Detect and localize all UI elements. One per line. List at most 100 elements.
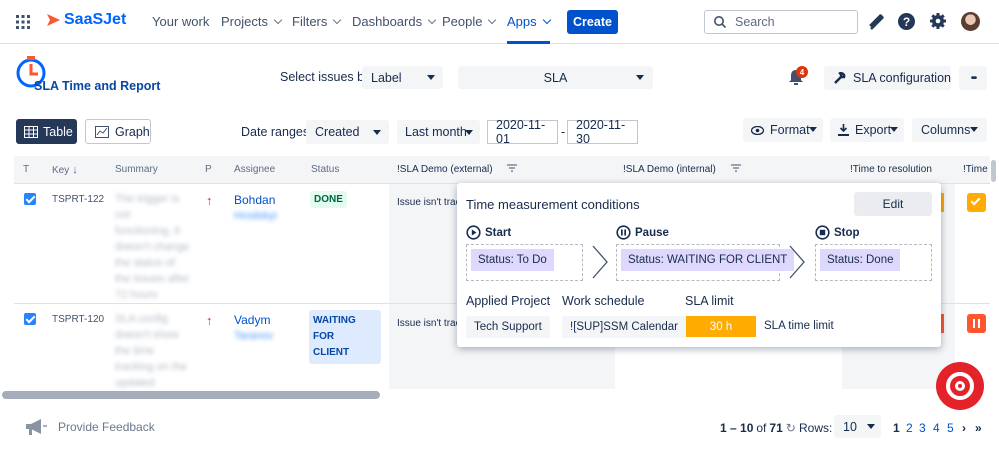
sort-down-arrow-icon: ↓ — [72, 164, 78, 176]
app-title: SLA Time and Report — [34, 79, 161, 93]
sla-configuration-button[interactable]: SLA configuration — [824, 66, 951, 90]
edit-button[interactable]: Edit — [854, 192, 932, 216]
nav-dashboards[interactable]: Dashboards — [352, 14, 437, 29]
app-switcher-icon[interactable] — [16, 15, 30, 29]
search-input[interactable]: Search — [704, 10, 858, 34]
col-header-time[interactable]: !Time — [963, 164, 988, 175]
nav-filters[interactable]: Filters — [292, 14, 342, 29]
date-from-input[interactable]: 2020-11-01 — [487, 118, 558, 146]
pause-status-chip: Status: WAITING FOR CLIENT — [621, 249, 795, 271]
settings-gear-icon[interactable] — [929, 12, 947, 33]
col-header-key[interactable]: Key ↓ — [52, 164, 78, 176]
columns-button[interactable]: Columns — [912, 118, 987, 142]
issue-summary[interactable]: SLA config doesn't show the time trackin… — [115, 311, 195, 391]
chat-widget-button[interactable] — [936, 362, 984, 410]
sla-notifications-button[interactable]: 4 — [787, 66, 808, 89]
stop-label: Stop — [834, 226, 860, 239]
page-2[interactable]: 2 — [906, 421, 913, 435]
graph-view-label: Graph — [115, 124, 150, 139]
sla-external-value: Issue isn't trac — [397, 197, 461, 208]
filter-icon — [507, 164, 518, 172]
date-to-input[interactable]: 2020-11-30 — [567, 118, 638, 146]
next-page-icon[interactable]: › — [962, 421, 966, 435]
logo-text: SaaSJet — [64, 11, 127, 28]
page-4[interactable]: 4 — [933, 421, 940, 435]
help-icon[interactable]: ? — [898, 13, 915, 30]
format-button[interactable]: Format — [743, 118, 823, 142]
chevron-down-icon — [488, 15, 497, 25]
rows-per-page-dropdown[interactable]: 10 — [834, 415, 881, 438]
graph-view-button[interactable]: Graph — [85, 119, 151, 144]
chat-icon — [946, 372, 974, 400]
date-period-dropdown[interactable]: Last month — [397, 120, 480, 144]
assignee-first-name: Vadym — [234, 313, 271, 327]
row-checkbox[interactable] — [24, 193, 36, 205]
assignee-last-name: Taranov — [234, 330, 274, 342]
col-header-assignee[interactable]: Assignee — [234, 164, 275, 175]
nav-people[interactable]: People — [442, 14, 497, 29]
nav-your-work[interactable]: Your work — [152, 14, 209, 29]
col-header-time-to-resolution[interactable]: !Time to resolution — [850, 164, 932, 175]
caret-down-icon — [465, 130, 473, 135]
stop-section-label: Stop — [815, 225, 860, 240]
time-check-badge — [967, 193, 986, 212]
notifications-icon[interactable] — [868, 13, 885, 33]
assignee[interactable]: Vadym Taranov — [234, 312, 273, 344]
nav-your-work-label: Your work — [152, 14, 210, 29]
col-header-sla-internal[interactable]: !SLA Demo (internal) — [623, 164, 741, 175]
nav-projects[interactable]: Projects — [221, 14, 283, 29]
status-badge: WAITING FOR CLIENT — [309, 310, 381, 364]
wrench-icon — [834, 71, 846, 84]
page-5[interactable]: 5 — [947, 421, 954, 435]
eye-icon — [751, 125, 764, 135]
time-pause-badge — [967, 314, 986, 333]
row-checkbox[interactable] — [24, 313, 36, 325]
summary-line: SLA config — [115, 313, 168, 325]
col-header-summary[interactable]: Summary — [115, 164, 158, 175]
summary-line: the time — [115, 345, 155, 357]
summary-line: doesn't show — [115, 329, 179, 341]
page-3[interactable]: 3 — [919, 421, 926, 435]
export-button[interactable]: Export — [830, 118, 904, 142]
megaphone-icon — [26, 419, 47, 435]
applied-project-label: Applied Project — [466, 294, 551, 308]
col-header-type[interactable]: T — [23, 164, 29, 175]
select-by-dropdown[interactable]: Label — [362, 66, 443, 89]
refresh-icon[interactable]: ↻ — [786, 421, 796, 435]
col-header-sla-internal-label: !SLA Demo (internal) — [623, 164, 716, 175]
more-actions-button[interactable]: ••• — [959, 66, 987, 90]
summary-line: not — [115, 209, 131, 221]
stop-circle-icon — [815, 225, 830, 240]
table-view-button[interactable]: Table — [16, 119, 77, 144]
summary-line: tracking on the — [115, 361, 188, 373]
last-page-icon[interactable]: » — [975, 421, 982, 435]
user-avatar[interactable] — [961, 12, 980, 31]
issue-key[interactable]: TSPRT-120 — [52, 314, 104, 325]
date-type-dropdown[interactable]: Created — [306, 120, 389, 144]
project-value-chip: Tech Support — [466, 316, 550, 338]
sla-limit-value: 30 h — [686, 316, 756, 337]
assignee[interactable]: Bohdan Hrodskyi — [234, 192, 277, 224]
col-header-status[interactable]: Status — [311, 164, 339, 175]
rows-per-page-value: 10 — [843, 419, 857, 434]
nav-apps[interactable]: Apps — [507, 14, 551, 44]
create-button[interactable]: Create — [567, 10, 618, 34]
page-1[interactable]: 1 — [893, 421, 900, 435]
rows-label: Rows: — [799, 421, 833, 435]
saasjet-logo[interactable]: SaaSJet — [44, 11, 126, 29]
horizontal-scrollbar[interactable] — [2, 391, 380, 399]
col-header-sla-external[interactable]: !SLA Demo (external) — [397, 164, 518, 175]
issue-summary[interactable]: The trigger is not functioning, it doesn… — [115, 191, 195, 303]
sla-limit-caption: SLA time limit — [764, 320, 834, 332]
vertical-scrollbar[interactable] — [991, 160, 996, 182]
start-label: Start — [485, 226, 512, 239]
columns-label: Columns — [921, 123, 971, 137]
format-label: Format — [770, 123, 810, 137]
issue-key[interactable]: TSPRT-122 — [52, 194, 104, 205]
sla-configuration-label: SLA configuration — [853, 71, 951, 85]
sla-dropdown[interactable]: SLA — [458, 66, 653, 89]
provide-feedback-link[interactable]: Provide Feedback — [24, 418, 155, 436]
caret-down-icon — [970, 127, 978, 132]
status-line: CLIENT — [313, 347, 350, 358]
col-header-priority[interactable]: P — [205, 164, 212, 175]
